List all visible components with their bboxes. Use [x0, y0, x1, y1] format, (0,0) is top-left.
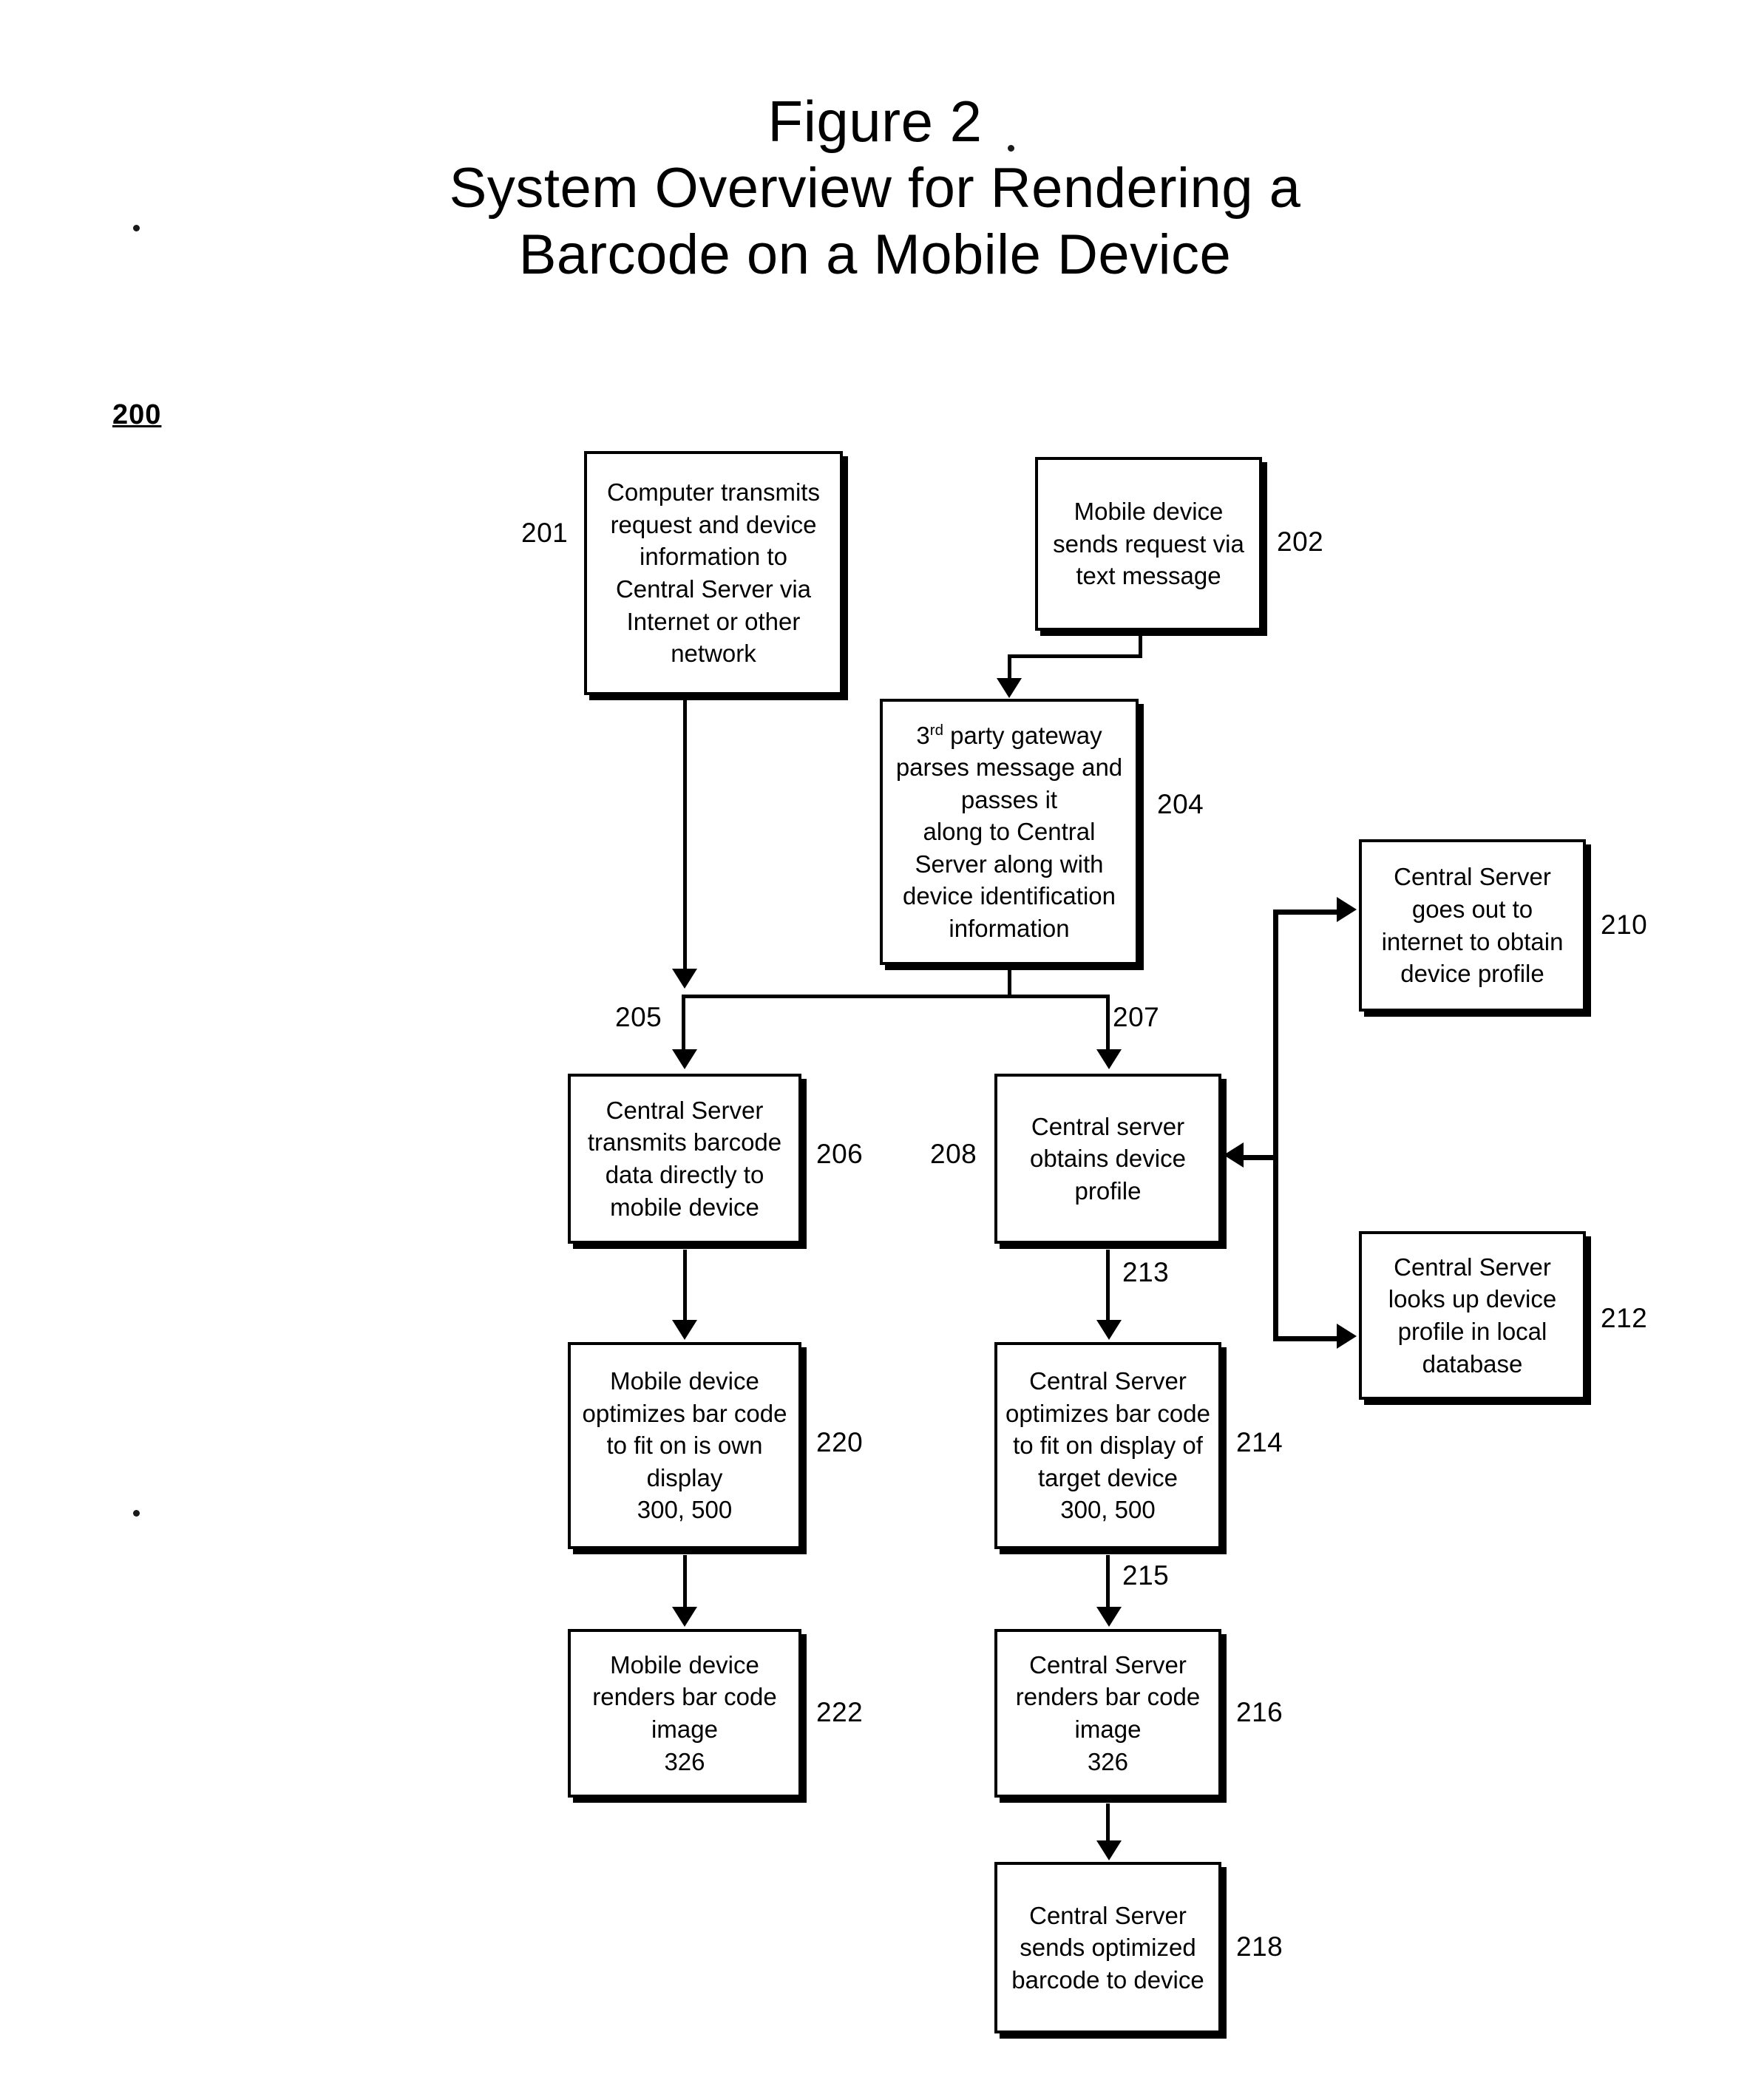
process-box-206: Central Server transmits barcode data di… [568, 1074, 801, 1244]
process-box-204: 3rd party gateway parses message and pas… [880, 699, 1139, 965]
process-box-206-text: Central Server transmits barcode data di… [587, 1096, 782, 1221]
connector-202-to-204-segment-into-box [1008, 654, 1011, 678]
connector-trunk-to-208-horizontal [1244, 1155, 1277, 1160]
process-box-214-text: Central Server optimizes bar code to fit… [1005, 1367, 1210, 1524]
reference-numeral-218: 218 [1236, 1931, 1283, 1962]
reference-numeral-206: 206 [816, 1139, 864, 1169]
reference-numeral-212: 212 [1601, 1303, 1648, 1333]
reference-numeral-201: 201 [521, 518, 569, 548]
reference-numeral-216: 216 [1236, 1697, 1283, 1727]
reference-numeral-202: 202 [1277, 526, 1324, 557]
process-box-202: Mobile device sends request via text mes… [1035, 457, 1262, 631]
process-box-218: Central Server sends optimized barcode t… [994, 1862, 1221, 2033]
process-box-201-text: Computer transmits request and device in… [607, 478, 820, 668]
figure-title-line-2: System Overview for Rendering a [449, 157, 1301, 220]
connector-206-to-220-arrowhead [672, 1320, 697, 1340]
reference-numeral-210: 210 [1601, 910, 1648, 940]
process-box-210: Central Server goes out to internet to o… [1359, 839, 1586, 1012]
process-box-202-text: Mobile device sends request via text mes… [1053, 498, 1244, 590]
connector-202-to-204-arrowhead [997, 678, 1022, 698]
connector-label-215: 215 [1122, 1560, 1170, 1591]
connector-trunk-to-210-arrowhead [1337, 897, 1357, 922]
junction-bus-horizontal [682, 995, 1109, 998]
process-box-204-text-superscript: rd [929, 721, 943, 739]
connector-202-to-204-segment-horizontal [1008, 654, 1142, 658]
connector-201-arrowhead [672, 969, 697, 989]
process-box-212: Central Server looks up device profile i… [1359, 1231, 1586, 1400]
connector-214-to-216 [1106, 1555, 1110, 1607]
connector-208-to-214 [1106, 1250, 1110, 1320]
figure-title-line-3: Barcode on a Mobile Device [518, 223, 1232, 286]
process-box-201: Computer transmits request and device in… [584, 451, 843, 695]
connector-trunk-vertical-208-210-212 [1273, 910, 1278, 1340]
connector-205-arrowhead [672, 1049, 697, 1069]
connector-207-branch-down [1106, 995, 1110, 1049]
connector-214-to-216-arrowhead [1096, 1607, 1122, 1627]
connector-205-branch-down [682, 995, 685, 1049]
reference-numeral-208: 208 [930, 1139, 977, 1169]
reference-numeral-214: 214 [1236, 1427, 1283, 1457]
connector-220-to-222 [683, 1555, 687, 1607]
connector-206-to-220 [683, 1250, 687, 1320]
connector-label-213: 213 [1122, 1257, 1170, 1287]
process-box-220: Mobile device optimizes bar code to fit … [568, 1342, 801, 1549]
process-box-204-text-pre: 3 [916, 721, 930, 749]
process-box-222: Mobile device renders bar code image 326 [568, 1629, 801, 1798]
connector-trunk-to-208-arrowhead [1224, 1142, 1244, 1168]
connector-trunk-to-212-arrowhead [1337, 1324, 1357, 1349]
process-box-216-text: Central Server renders bar code image 32… [1015, 1650, 1201, 1775]
connector-208-to-214-arrowhead [1096, 1320, 1122, 1340]
connector-label-205: 205 [615, 1002, 662, 1032]
process-box-218-text: Central Server sends optimized barcode t… [1011, 1901, 1204, 1994]
process-box-210-text: Central Server goes out to internet to o… [1381, 863, 1564, 988]
scan-speck [133, 225, 140, 231]
connector-207-arrowhead [1096, 1049, 1122, 1069]
process-box-212-text: Central Server looks up device profile i… [1388, 1253, 1557, 1378]
figure-title: Figure 2 System Overview for Rendering a… [0, 87, 1750, 288]
connector-201-down-to-junction [683, 695, 687, 969]
process-box-222-text: Mobile device renders bar code image 326 [592, 1650, 777, 1775]
process-box-216: Central Server renders bar code image 32… [994, 1629, 1221, 1798]
connector-216-to-218 [1106, 1803, 1110, 1840]
process-box-214: Central Server optimizes bar code to fit… [994, 1342, 1221, 1549]
connector-trunk-to-212-horizontal [1273, 1336, 1340, 1341]
connector-204-down-to-junction [1008, 965, 1011, 995]
figure-title-line-1: Figure 2 [767, 89, 983, 154]
scan-speck [1008, 145, 1014, 152]
scan-speck [133, 1510, 140, 1517]
reference-numeral-222: 222 [816, 1697, 864, 1727]
figure-reference-numeral: 200 [112, 399, 162, 430]
connector-220-to-222-arrowhead [672, 1607, 697, 1627]
process-box-208: Central server obtains device profile [994, 1074, 1221, 1244]
process-box-208-text: Central server obtains device profile [1030, 1112, 1186, 1205]
process-box-220-text: Mobile device optimizes bar code to fit … [582, 1367, 787, 1524]
process-box-204-text-post: party gateway parses message and passes … [895, 721, 1123, 942]
connector-trunk-to-210-horizontal [1273, 910, 1340, 915]
reference-numeral-204: 204 [1157, 789, 1204, 819]
reference-numeral-220: 220 [816, 1427, 864, 1457]
connector-216-to-218-arrowhead [1096, 1840, 1122, 1860]
process-box-204-text: 3rd party gateway parses message and pas… [896, 719, 1122, 945]
connector-label-207: 207 [1113, 1002, 1160, 1032]
